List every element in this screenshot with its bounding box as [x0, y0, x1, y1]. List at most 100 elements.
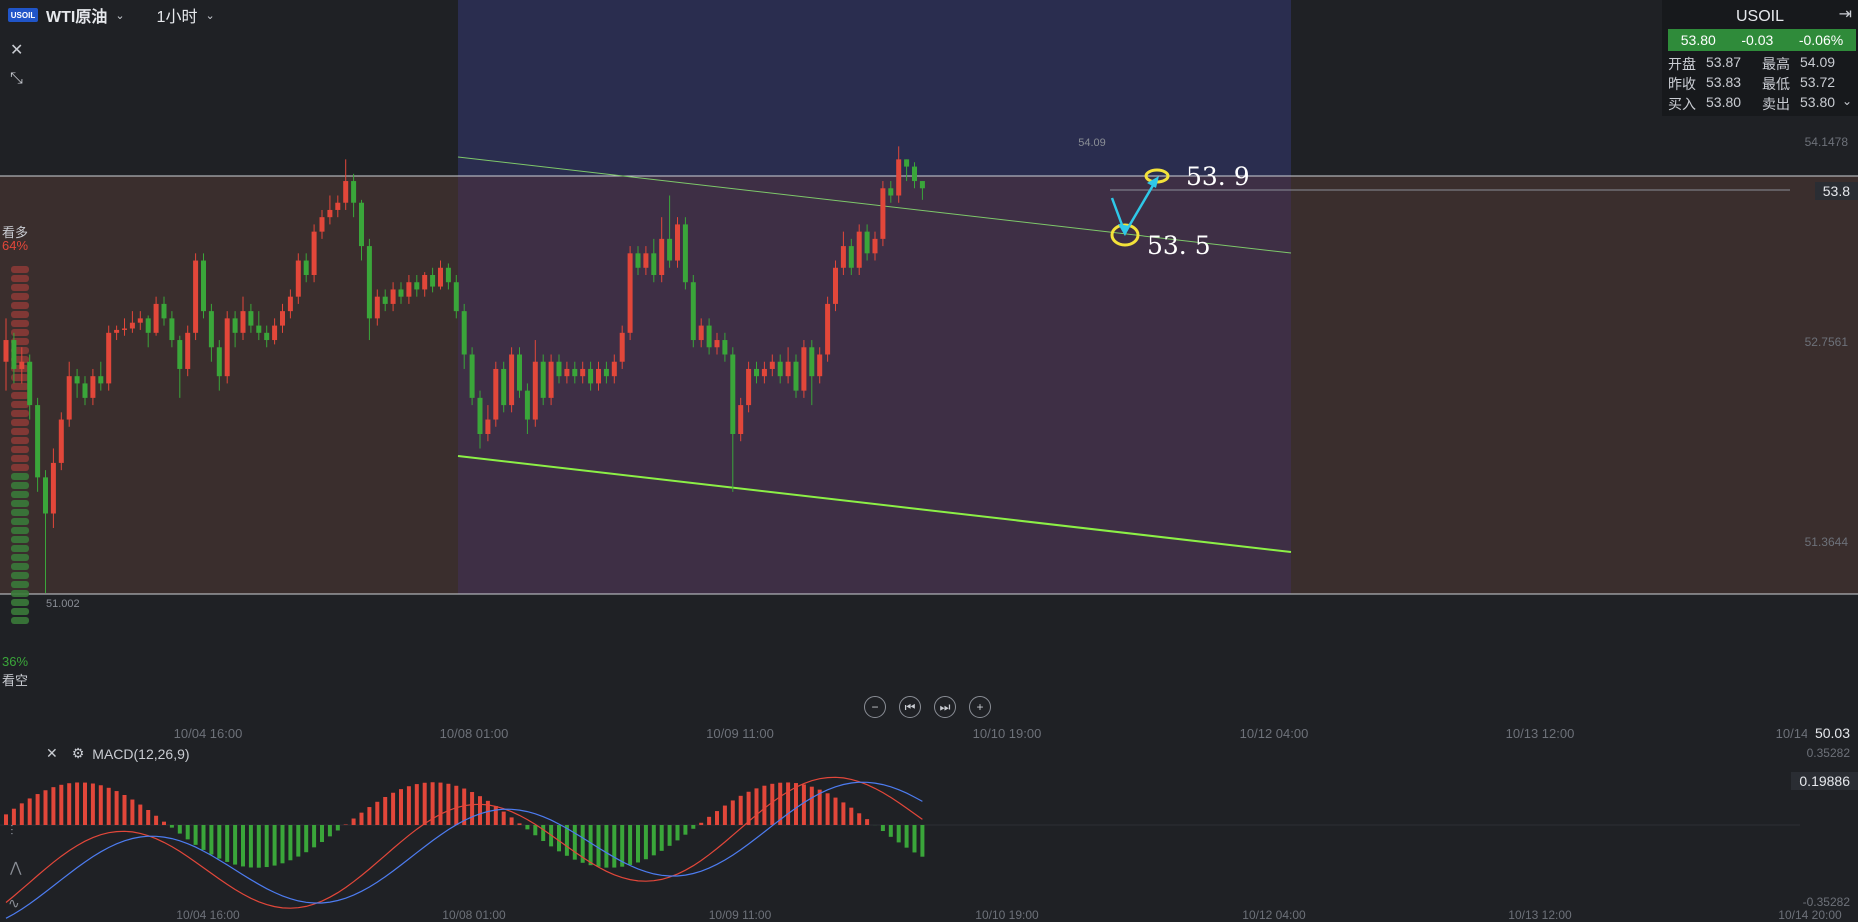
macd-bar	[541, 825, 546, 841]
candle-body	[193, 260, 199, 333]
chevron-down-icon[interactable]: ⌄	[1842, 94, 1852, 108]
candle-body	[667, 238, 673, 261]
macd-bar	[715, 811, 719, 825]
candle-body	[904, 159, 910, 167]
zoom-out-button[interactable]: −	[864, 696, 886, 718]
macd-bar	[233, 825, 238, 865]
candle-body	[817, 354, 823, 377]
macd-bar	[264, 825, 269, 868]
scroll-start-button[interactable]: ⏮	[899, 696, 921, 718]
candle-body	[754, 368, 759, 377]
time-axis-tick: 10/12 04:00	[1242, 908, 1306, 922]
candle-body	[445, 267, 451, 283]
macd-bar	[27, 798, 32, 825]
macd-bar	[185, 825, 190, 840]
zoom-in-button[interactable]: +	[969, 696, 991, 718]
macd-bar	[83, 782, 87, 825]
quote-title: USOIL	[1735, 8, 1784, 25]
macd-bar	[414, 784, 419, 825]
exit-icon[interactable]: ⇥	[1839, 4, 1852, 24]
scroll-end-button[interactable]: ⏭	[934, 696, 956, 718]
candle-body	[98, 376, 104, 384]
macd-bar	[557, 825, 561, 852]
candle-body	[303, 260, 309, 275]
price-axis-tick: 52.7561	[1805, 335, 1849, 349]
candle-body	[682, 224, 688, 283]
chevron-down-icon[interactable]: ⌄	[205, 9, 214, 22]
sentiment-segment	[11, 518, 29, 525]
candle-body	[295, 260, 301, 297]
time-axis-tick: 10/09 11:00	[706, 726, 774, 741]
sentiment-segment	[11, 464, 29, 471]
candle-body	[919, 181, 925, 189]
time-axis-tick: 10/12 04:00	[1240, 726, 1309, 741]
candle-body	[596, 368, 601, 384]
quote-panel: USOIL ⇥ 53.80 -0.03 -0.06% 开盘 53.87 最高 5…	[1662, 0, 1858, 116]
macd-bar	[67, 783, 72, 825]
chart-canvas[interactable]: 54.09 51.002 54.1478 52.7561 51.3644 53. 9 53.…	[0, 0, 1858, 922]
sentiment-segment	[11, 311, 29, 318]
macd-bar	[501, 811, 506, 825]
candle-body	[438, 267, 443, 287]
macd-bar	[809, 786, 814, 825]
macd-bar	[470, 792, 475, 825]
macd-bar	[770, 783, 775, 825]
box-upper-zone	[458, 0, 1291, 176]
short-label: 看空	[2, 673, 29, 688]
sentiment-segment	[11, 554, 29, 561]
candle-body	[177, 340, 183, 369]
bid-value: 53.80	[1706, 94, 1742, 110]
macd-bar	[478, 796, 482, 825]
close-icon[interactable]: ✕	[10, 40, 23, 60]
candle-body	[738, 405, 744, 434]
sentiment-segment	[11, 473, 29, 480]
macd-bar	[177, 825, 182, 834]
time-axis-tick: 10/10 19:00	[973, 726, 1042, 741]
candle-body	[335, 202, 341, 210]
sentiment-segment	[11, 275, 29, 282]
macd-bar	[241, 825, 245, 867]
candle-body	[248, 311, 254, 326]
candle-body	[880, 188, 886, 239]
candle-body	[264, 332, 270, 341]
candle-body	[517, 354, 522, 391]
symbol-selector[interactable]: WTI原油	[46, 3, 107, 27]
macd-bar	[454, 785, 459, 825]
macd-bar	[35, 794, 40, 825]
close-icon[interactable]: ✕	[46, 745, 58, 762]
candle-body	[256, 325, 262, 333]
sentiment-segment	[11, 266, 29, 273]
annotation-label: 53. 9	[1186, 162, 1250, 191]
macd-bar	[4, 814, 8, 825]
candle-body	[137, 318, 143, 323]
last-price: 53.80	[1680, 32, 1716, 48]
macd-axis-tick: -0.35282	[1803, 895, 1851, 909]
timeframe-selector[interactable]: 1小时	[157, 3, 198, 27]
sentiment-segment	[11, 284, 29, 291]
gear-icon[interactable]: ⚙	[72, 745, 85, 762]
candle-body	[651, 253, 657, 275]
candle-body	[580, 368, 586, 377]
sentiment-segment	[11, 437, 29, 444]
candle-body	[11, 340, 17, 369]
price-change-bar: 53.80 -0.03 -0.06%	[1668, 29, 1856, 51]
collapse-icon[interactable]: ⤡	[10, 70, 23, 88]
macd-bar	[272, 825, 277, 866]
time-axis-tick: 10/13 12:00	[1506, 726, 1575, 741]
macd-bar	[130, 799, 135, 825]
high-price-label: 54.09	[1078, 137, 1106, 149]
candle-body	[224, 318, 230, 377]
candle-body	[280, 311, 285, 326]
current-price-label: 53.8	[1814, 182, 1858, 200]
macd-bar	[801, 784, 806, 825]
price-axis-tick: 51.3644	[1805, 535, 1849, 549]
macd-bar	[51, 787, 56, 825]
candle-body	[319, 217, 325, 232]
candle-body	[564, 368, 570, 377]
candle-body	[809, 347, 815, 377]
low-price-label: 51.002	[46, 598, 80, 610]
chevron-down-icon[interactable]: ⌄	[115, 9, 124, 22]
candle-body	[532, 361, 538, 420]
candle-body	[327, 209, 333, 218]
candle-body	[722, 340, 728, 355]
